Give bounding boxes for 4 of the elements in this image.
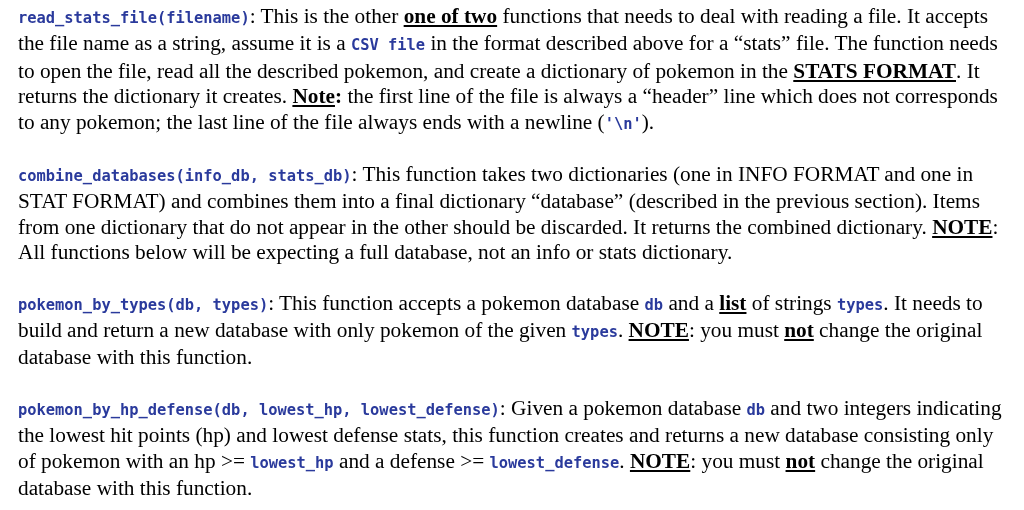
- function-description: pokemon_by_hp_defense(db, lowest_hp, lowest_defense): Given a pokemon database db and two integers indicating the lowest hit points (hp) and lowest defense stats, this function creates and returns a new database consisting only of pokemon with an hp >= lowest_hp and a defense >= lowest_defense. NOTE: you must not change the original database with this function.: [18, 395, 1003, 502]
- function-description: combine_databases(info_db, stats_db): This function takes two dictionaries (one in INFO FORMAT and one in STAT FORMAT) and combines them into a final dictionary “database” (described in the previous section). Items from one dictionary that do not appear in the other should be discarded. It returns the combined dictionary. NOTE: All functions below will be expecting a full database, not an info or stats dictionary.: [18, 162, 1000, 266]
- function-description: read_stats_file(filename): This is the other one of two functions that needs to deal with reading a file. It accepts the file name as a string, assume it is a CSV file in the format described above for a “stats” file. The function needs to open the file, read all the described pokemon, and create a dictionary of pokemon in the STATS FORMAT. It returns the dictionary it creates. Note: the first line of the file is always a “header” line which does not corresponds to any pokemon; the last line of the file always ends with a newline ('\n').: [18, 4, 999, 136]
- function-description: pokemon_by_types(db, types): This function accepts a pokemon database db and a list of strings types. It needs to build and return a new database with only pokemon of the given types. NOTE: you must not change the original database with this function.: [18, 290, 984, 371]
